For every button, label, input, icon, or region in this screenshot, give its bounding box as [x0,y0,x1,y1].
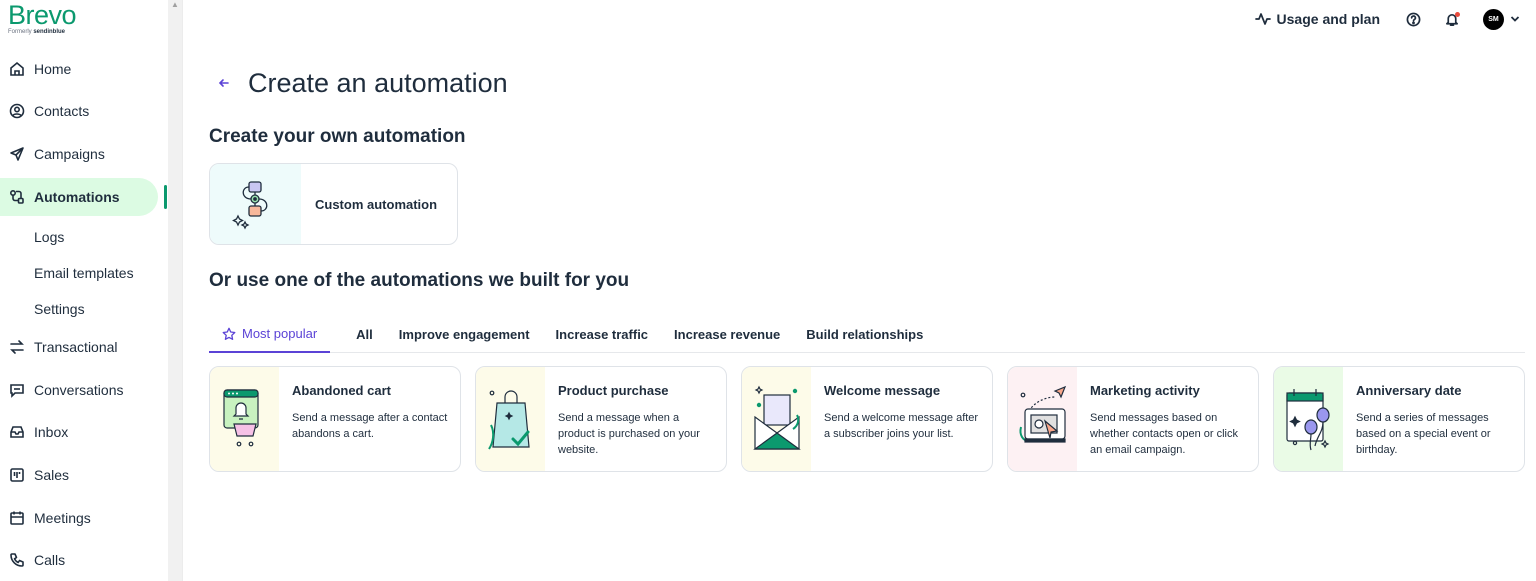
tab-all[interactable]: All [356,316,373,353]
inbox-icon [8,423,26,441]
card-title: Anniversary date [1356,383,1462,398]
welcome-message-illustration [742,367,811,471]
page-title: Create an automation [248,68,508,98]
notifications-button[interactable] [1445,11,1460,27]
star-icon [222,327,236,340]
kanban-icon [8,466,26,484]
tab-increase-traffic[interactable]: Increase traffic [556,316,649,353]
sidebar: Brevo Formerly sendinblue Home Contacts … [0,0,168,581]
phone-icon [8,551,26,569]
tab-improve-engagement[interactable]: Improve engagement [399,316,530,353]
card-title: Marketing activity [1090,383,1200,398]
card-abandoned-cart[interactable]: Abandoned cart Send a message after a co… [209,366,461,472]
brevo-logo[interactable]: Brevo Formerly sendinblue [8,0,77,35]
sidebar-subitem-email-templates[interactable]: Email templates [34,265,134,281]
send-icon [8,145,26,163]
sidebar-item-inbox[interactable]: Inbox [0,413,158,451]
sidebar-item-label: Contacts [34,103,90,119]
sidebar-item-transactional[interactable]: Transactional [0,328,158,366]
sidebar-item-calls[interactable]: Calls [0,541,158,579]
own-automation-heading: Create your own automation [209,126,466,147]
sidebar-item-sales[interactable]: Sales [0,456,158,494]
card-marketing-activity[interactable]: Marketing activity Send messages based o… [1007,366,1259,472]
arrow-left-icon [218,79,229,87]
card-description: Send a welcome message after a subscribe… [824,412,979,440]
sidebar-item-conversations[interactable]: Conversations [0,371,158,409]
sidebar-item-meetings[interactable]: Meetings [0,499,158,537]
card-title: Welcome message [824,383,941,398]
abandoned-cart-illustration [210,367,279,471]
sidebar-item-label: Campaigns [34,146,105,162]
custom-automation-illustration [210,164,301,244]
sidebar-item-automations[interactable]: Automations [0,178,158,216]
card-description: Send messages based on whether contacts … [1090,412,1238,456]
card-title: Product purchase [558,383,669,398]
sidebar-item-campaigns[interactable]: Campaigns [0,135,158,173]
automation-cards: Abandoned cart Send a message after a co… [209,366,1525,472]
sidebar-item-label: Home [34,61,72,77]
chevron-down-icon[interactable] [1510,15,1520,23]
product-purchase-illustration [476,367,545,471]
sidebar-item-home[interactable]: Home [0,50,158,88]
activity-icon [1254,13,1271,25]
sidebar-item-label: Automations [34,189,120,205]
card-description: Send a series of messages based on a spe… [1356,412,1491,456]
sidebar-item-label: Conversations [34,382,124,398]
sidebar-item-label: Inbox [34,424,69,440]
help-icon [1406,12,1421,26]
custom-automation-card[interactable]: Custom automation [209,163,458,245]
sidebar-item-label: Meetings [34,510,91,526]
tab-increase-revenue[interactable]: Increase revenue [674,316,780,353]
back-button[interactable] [218,76,230,94]
logo-wordmark: Brevo [8,0,77,30]
card-description: Send a message when a product is purchas… [558,412,700,456]
tab-label: Most popular [242,326,318,341]
tab-most-popular[interactable]: Most popular [209,316,331,353]
topbar: Usage and plan SM [1254,8,1520,30]
card-title: Abandoned cart [292,383,391,398]
calendar-icon [8,509,26,527]
category-tabs: Most popular All Improve engagement Incr… [209,316,1525,353]
transfer-icon [8,338,26,356]
contacts-icon [8,102,26,120]
card-anniversary-date[interactable]: Anniversary date Send a series of messag… [1273,366,1525,472]
scroll-up-arrow-icon[interactable]: ▲ [171,0,179,9]
sidebar-subitem-settings[interactable]: Settings [34,301,85,317]
sidebar-item-label: Sales [34,467,70,483]
card-product-purchase[interactable]: Product purchase Send a message when a p… [475,366,727,472]
sidebar-scrollbar[interactable]: ▲ [168,0,182,581]
chat-icon [8,381,26,399]
tab-build-relationships[interactable]: Build relationships [806,316,923,353]
usage-label: Usage and plan [1276,11,1380,27]
sidebar-divider [182,0,183,581]
avatar[interactable]: SM [1483,8,1504,30]
sidebar-item-label: Calls [34,552,66,568]
built-automations-heading: Or use one of the automations we built f… [209,270,630,291]
card-description: Send a message after a contact abandons … [292,412,448,440]
home-icon [8,60,26,78]
custom-automation-label: Custom automation [315,196,438,212]
sidebar-item-label: Transactional [34,339,118,355]
usage-and-plan-button[interactable]: Usage and plan [1254,11,1380,27]
marketing-activity-illustration [1008,367,1077,471]
anniversary-date-illustration [1274,367,1343,471]
logo-formerly: Formerly sendinblue [8,29,66,35]
help-button[interactable] [1406,12,1421,27]
automation-icon [8,188,26,206]
active-indicator [164,185,167,209]
sidebar-subitem-logs[interactable]: Logs [34,229,64,245]
card-welcome-message[interactable]: Welcome message Send a welcome message a… [741,366,993,472]
sidebar-item-contacts[interactable]: Contacts [0,92,158,130]
notification-dot [1455,11,1460,17]
